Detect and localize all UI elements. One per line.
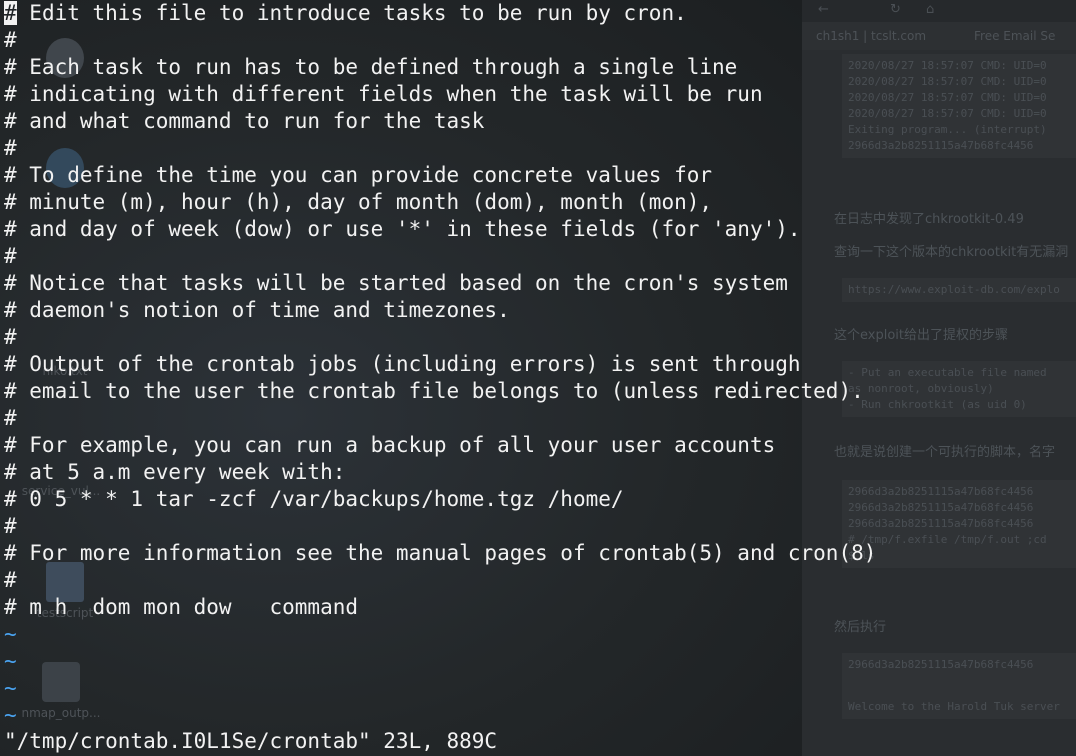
editor-line[interactable]: # email to the user the crontab file bel… [4,378,864,405]
editor-line[interactable]: # For example, you can run a backup of a… [4,432,775,459]
vim-status-line: "/tmp/crontab.I0L1Se/crontab" 23L, 889C [4,729,498,753]
editor-line[interactable]: # [4,243,17,270]
editor-line[interactable]: # [4,135,17,162]
empty-line-marker: ~ [4,676,17,700]
editor-line[interactable]: # indicating with different fields when … [4,81,763,108]
editor-line[interactable]: # Notice that tasks will be started base… [4,270,788,297]
editor-line[interactable]: # [4,324,17,351]
editor-line[interactable]: # and what command to run for the task [4,108,484,135]
editor-line[interactable]: # [4,405,17,432]
editor-line[interactable]: # and day of week (dow) or use '*' in th… [4,216,801,243]
terminal-window[interactable]: # Edit this file to introduce tasks to b… [0,0,1076,756]
editor-line[interactable]: # at 5 a.m every week with: [4,459,345,486]
editor-line[interactable]: # [4,567,17,594]
editor-line[interactable]: # minute (m), hour (h), day of month (do… [4,189,712,216]
text-cursor: # [4,1,17,25]
editor-line[interactable]: # For more information see the manual pa… [4,540,876,567]
editor-line[interactable]: # [4,513,17,540]
editor-line[interactable]: # [4,27,17,54]
empty-line-marker: ~ [4,703,17,727]
editor-line-1[interactable]: # Edit this file to introduce tasks to b… [4,0,687,27]
empty-line-marker: ~ [4,622,17,646]
empty-line-marker: ~ [4,649,17,673]
editor-line[interactable]: # m h dom mon dow command [4,594,358,621]
editor-line[interactable]: # Each task to run has to be defined thr… [4,54,737,81]
editor-line[interactable]: # Output of the crontab jobs (including … [4,351,801,378]
editor-line-text: Edit this file to introduce tasks to be … [16,1,687,25]
editor-line[interactable]: # 0 5 * * 1 tar -zcf /var/backups/home.t… [4,486,624,513]
editor-line[interactable]: # To define the time you can provide con… [4,162,712,189]
editor-line[interactable]: # daemon's notion of time and timezones. [4,297,510,324]
